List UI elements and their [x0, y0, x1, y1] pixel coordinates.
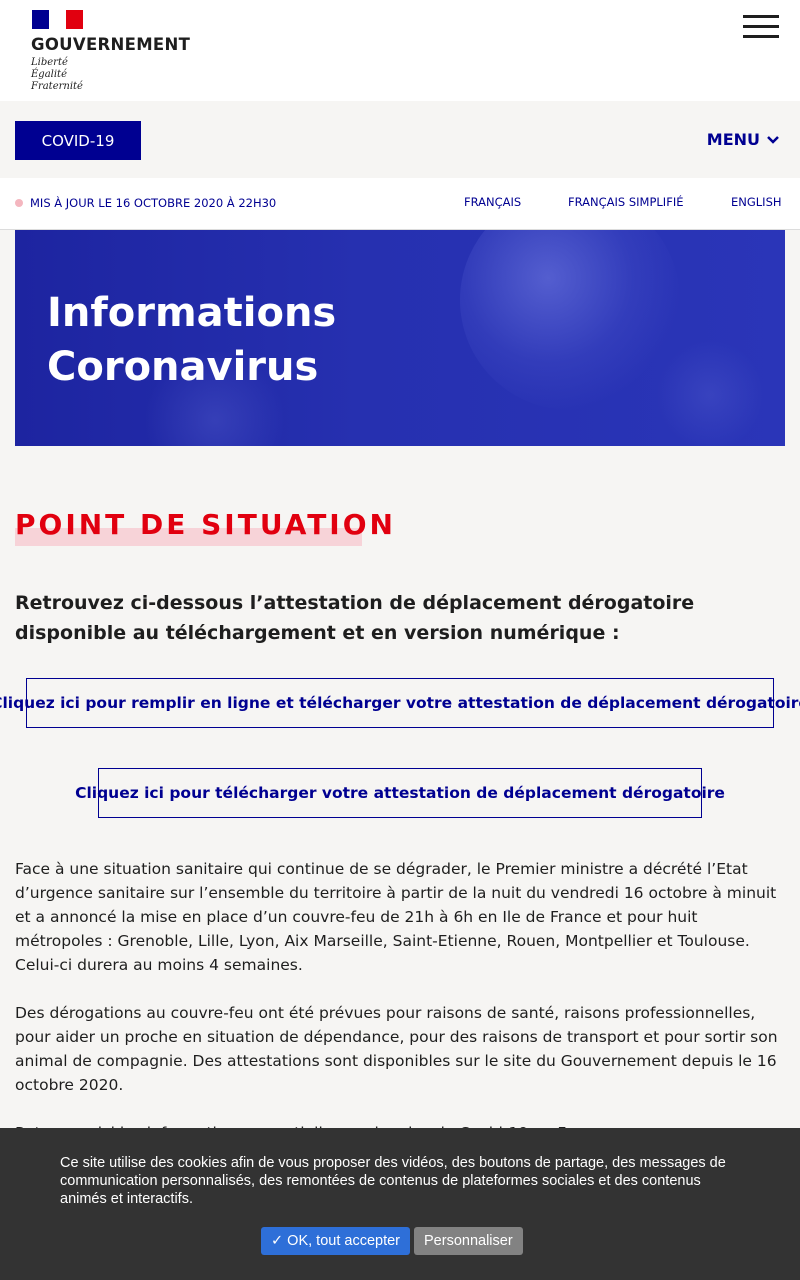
menu-label: MENU: [706, 130, 760, 149]
intro-text: Retrouvez ci-dessous l’attestation de dé…: [15, 592, 695, 644]
update-text: MIS À JOUR LE 16 OCTOBRE 2020 À 22H30: [30, 196, 277, 210]
update-notice: MIS À JOUR LE 16 OCTOBRE 2020 À 22H30: [15, 196, 276, 210]
section-title: POINT DE SITUATION: [15, 508, 396, 541]
hero-title-line: Coronavirus: [47, 344, 319, 390]
cookie-banner: Ce site utilise des cookies afin de vous…: [0, 1128, 800, 1280]
motto-line: Liberté: [31, 57, 68, 68]
motto: Liberté Égalité Fraternité: [31, 57, 190, 93]
customize-button[interactable]: Personnaliser: [414, 1227, 523, 1255]
download-attestation-button[interactable]: Cliquez ici pour télécharger votre attes…: [75, 768, 725, 818]
body-paragraph: Face à une situation sanitaire qui conti…: [15, 860, 777, 974]
cookie-text: Ce site utilise des cookies afin de vous…: [60, 1155, 726, 1207]
virus-illustration: [460, 230, 680, 410]
hamburger-icon[interactable]: [743, 15, 779, 39]
motto-line: Fraternité: [31, 81, 83, 92]
site-header: GOUVERNEMENT Liberté Égalité Fraternité: [0, 0, 800, 101]
status-dot-icon: [15, 199, 23, 207]
hero-banner: Informations Coronavirus: [15, 230, 785, 446]
chevron-down-icon: [767, 135, 779, 144]
hero-title-line: Informations: [47, 290, 337, 336]
lang-francais-link[interactable]: FRANÇAIS: [464, 195, 521, 209]
motto-line: Égalité: [31, 69, 67, 80]
lang-francais-simplifie-link[interactable]: FRANÇAIS SIMPLIFIÉ: [568, 195, 683, 209]
virus-illustration-right: [655, 340, 765, 446]
main-nav: COVID-19 MENU: [0, 101, 800, 178]
body-paragraph: Des dérogations au couvre-feu ont été pr…: [15, 1004, 778, 1094]
logo-title: GOUVERNEMENT: [31, 35, 191, 54]
info-bar: MIS À JOUR LE 16 OCTOBRE 2020 À 22H30 FR…: [0, 178, 800, 230]
lang-english-link[interactable]: ENGLISH: [731, 195, 782, 209]
cookie-actions: ✓ OK, tout accepter Personnaliser: [261, 1227, 523, 1255]
fill-online-attestation-button[interactable]: Cliquez ici pour remplir en ligne et tél…: [0, 678, 800, 728]
hero-title: Informations Coronavirus: [47, 286, 336, 394]
marianne-flag-icon: [32, 10, 83, 29]
government-logo[interactable]: GOUVERNEMENT Liberté Égalité Fraternité: [31, 10, 190, 93]
menu-button[interactable]: MENU: [707, 130, 780, 149]
accept-all-button[interactable]: ✓ OK, tout accepter: [261, 1227, 411, 1255]
covid-19-button[interactable]: COVID-19: [15, 121, 141, 160]
